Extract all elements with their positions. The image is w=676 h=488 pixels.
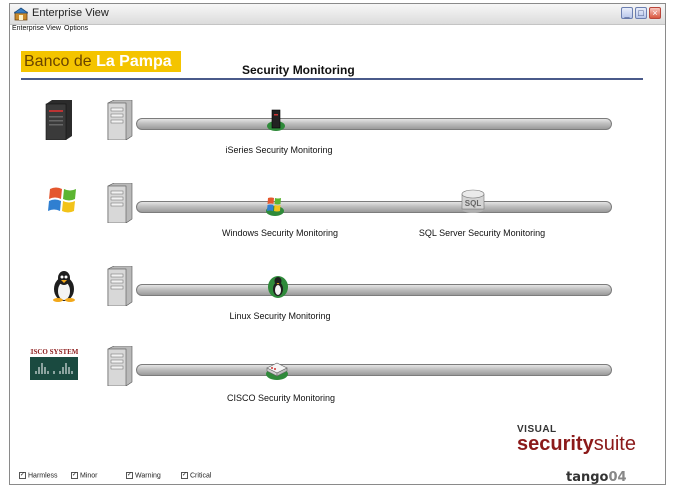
server-tower-icon (107, 346, 133, 386)
sql-server-monitoring-label[interactable]: SQL Server Security Monitoring (419, 228, 545, 238)
vendor-name: tango (566, 470, 609, 485)
windows-monitoring-label[interactable]: Windows Security Monitoring (222, 228, 338, 238)
windows-module-icon[interactable] (264, 193, 286, 217)
iseries-module-icon[interactable] (265, 108, 287, 132)
legend-warning[interactable]: ✓ Warning (126, 472, 161, 479)
cisco-systems-logo[interactable]: CISCO SYSTEMS (30, 346, 78, 380)
legend-critical[interactable]: ✓ Critical (181, 472, 211, 479)
monitoring-pipeline (136, 364, 612, 376)
cisco-row: CISCO SYSTEMS CISCO Security Moni (0, 346, 655, 403)
server-tower-icon (107, 100, 133, 140)
product-suite-word: suite (593, 433, 636, 455)
minor-checkbox[interactable]: ✓ (71, 472, 78, 479)
linux-row: Linux Security Monitoring (0, 266, 655, 321)
menu-options[interactable]: Options (64, 25, 88, 32)
iseries-monitoring-label[interactable]: iSeries Security Monitoring (225, 145, 332, 155)
linux-monitoring-label[interactable]: Linux Security Monitoring (229, 311, 330, 321)
severity-legend: ✓ Harmless ✓ Minor ✓ Warning ✓ Critical (0, 472, 655, 482)
title-bar: Enterprise View _ □ × (10, 4, 665, 25)
legend-harmless[interactable]: ✓ Harmless (19, 472, 58, 479)
bank-name-part1: Banco de (24, 53, 97, 70)
critical-checkbox[interactable]: ✓ (181, 472, 188, 479)
windows-row: Windows Security Monitoring SQL SQL Serv… (0, 183, 655, 238)
legend-harmless-label: Harmless (28, 472, 58, 480)
page-title: Security Monitoring (242, 63, 355, 77)
menu-enterprise-view[interactable]: Enterprise View (12, 25, 61, 32)
visual-security-suite-logo: VISUAL securitysuite (517, 424, 647, 456)
iseries-row: iSeries Security Monitoring (0, 100, 655, 155)
cisco-logo-text: CISCO SYSTEMS (30, 348, 78, 356)
legend-minor-label: Minor (80, 472, 98, 480)
cisco-router-module-icon[interactable] (264, 360, 290, 382)
app-icon (14, 7, 28, 21)
bank-logo: Banco de La Pampa (21, 51, 181, 72)
monitoring-pipeline (136, 284, 612, 296)
menu-bar: Enterprise View Options (10, 25, 665, 36)
windows-logo-icon[interactable] (48, 185, 78, 215)
window-title: Enterprise View (32, 7, 109, 19)
harmless-checkbox[interactable]: ✓ (19, 472, 26, 479)
linux-tux-icon[interactable] (50, 270, 78, 302)
legend-warning-label: Warning (135, 472, 161, 480)
monitoring-pipeline (136, 118, 612, 130)
legend-minor[interactable]: ✓ Minor (71, 472, 98, 479)
maximize-button[interactable]: □ (635, 7, 647, 19)
tango04-logo: tango04 (566, 470, 627, 485)
minimize-button[interactable]: _ (621, 7, 633, 19)
server-tower-icon (107, 183, 133, 223)
sql-server-module-icon[interactable]: SQL (460, 189, 486, 215)
vendor-number: 04 (608, 470, 627, 485)
monitoring-pipeline (136, 201, 612, 213)
cisco-monitoring-label[interactable]: CISCO Security Monitoring (227, 393, 335, 403)
close-button[interactable]: × (649, 7, 661, 19)
product-security-suite-text: securitysuite (517, 433, 647, 456)
title-divider (21, 78, 643, 80)
product-security-word: security (517, 433, 594, 455)
iseries-server-icon[interactable] (44, 100, 74, 140)
linux-module-icon[interactable] (267, 274, 289, 298)
legend-critical-label: Critical (190, 472, 212, 480)
svg-text:SQL: SQL (465, 199, 482, 208)
bank-name-part2: La Pampa (96, 53, 172, 70)
server-tower-icon (107, 266, 133, 306)
warning-checkbox[interactable]: ✓ (126, 472, 133, 479)
